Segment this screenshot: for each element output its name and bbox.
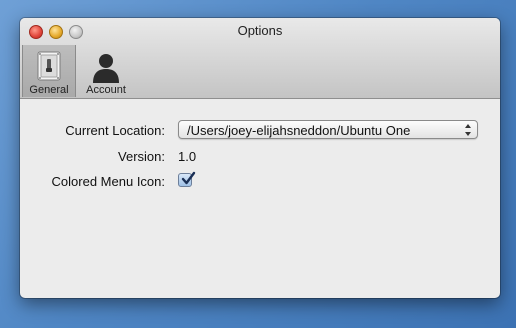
- tab-account-label: Account: [86, 84, 126, 96]
- version-value: 1.0: [178, 149, 197, 164]
- tab-general-label: General: [29, 84, 69, 96]
- checkmark-icon: [181, 171, 196, 185]
- up-down-arrows-icon: [465, 124, 471, 136]
- colored-icon-row: Colored Menu Icon:: [20, 171, 500, 193]
- general-switch-icon: [37, 51, 61, 81]
- colored-icon-label: Colored Menu Icon:: [51, 174, 165, 189]
- window-title: Options: [237, 23, 283, 38]
- options-window: Options General Account Current Location…: [20, 18, 500, 298]
- tab-account[interactable]: Account: [76, 46, 136, 96]
- account-person-icon: [93, 54, 119, 83]
- version-row: Version: 1.0: [20, 146, 500, 168]
- tab-general[interactable]: General: [22, 45, 76, 97]
- location-label: Current Location:: [65, 123, 165, 138]
- version-label: Version:: [118, 149, 165, 164]
- location-popup[interactable]: /Users/joey-elijahsneddon/Ubuntu One: [178, 120, 478, 139]
- window-toolbar: Options General Account: [20, 18, 500, 99]
- general-pane: Current Location: /Users/joey-elijahsned…: [20, 99, 500, 298]
- location-popup-value: /Users/joey-elijahsneddon/Ubuntu One: [187, 123, 411, 138]
- location-row: Current Location: /Users/joey-elijahsned…: [20, 120, 500, 142]
- colored-icon-checkbox[interactable]: [178, 171, 196, 187]
